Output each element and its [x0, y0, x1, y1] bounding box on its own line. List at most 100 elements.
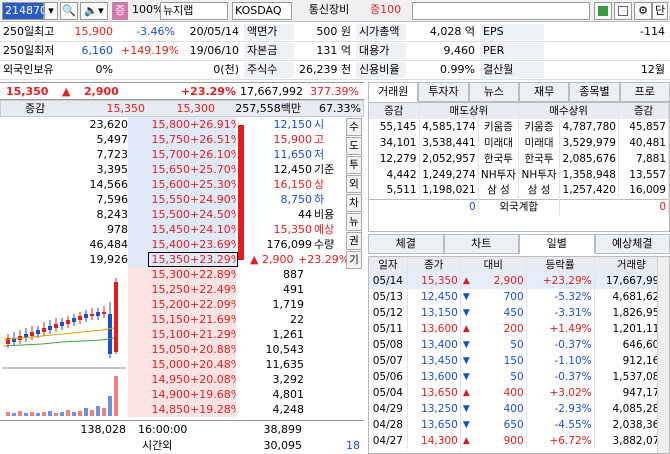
bid-qty: 11,635 — [265, 358, 305, 371]
tab-일별[interactable]: 일별 — [519, 234, 595, 254]
side-button[interactable]: 뉴 — [346, 213, 362, 231]
candle-body — [108, 314, 112, 354]
daily-row[interactable]: 05/06 13,600 ▼ 50 -0.37% 1,537,081 — [369, 369, 669, 385]
broker-header: 증감 — [369, 103, 420, 119]
single-mode-button[interactable]: 단 — [652, 2, 668, 20]
stock-code-input[interactable]: 214870 — [2, 2, 47, 20]
ask-price[interactable]: 15,500 — [150, 207, 190, 222]
daily-row[interactable]: 05/07 13,450 ▼ 150 -1.10% 912,166 — [369, 353, 669, 369]
tab-체결[interactable]: 체결 — [368, 234, 444, 254]
scrollbar[interactable] — [657, 257, 669, 453]
daily-row[interactable]: 05/11 13,600 ▲ 200 +1.49% 1,201,114 — [369, 321, 669, 337]
after-hours-label: 시간외 — [142, 439, 173, 452]
daily-close: 12,450 — [407, 289, 461, 305]
tab-재무[interactable]: 재무 — [518, 82, 570, 102]
ask-price[interactable]: 15,700 — [150, 147, 190, 162]
bid-price[interactable]: 15,100 — [150, 327, 190, 342]
bid-price[interactable]: 14,850 — [150, 402, 190, 417]
daily-row[interactable]: 05/04 13,650 ▲ 400 +3.02% 947,179 — [369, 385, 669, 401]
broker-cell: 1,257,420 — [559, 183, 620, 199]
daily-row[interactable]: 05/13 12,450 ▼ 700 -5.32% 4,681,622 — [369, 289, 669, 305]
daily-header: 일자 — [369, 257, 408, 273]
broker-cell: 1,358,948 — [559, 167, 620, 183]
ask-rate: +23.69% — [190, 237, 236, 252]
bid-price[interactable]: 15,250 — [150, 282, 190, 297]
margin-requirement: 증100 — [370, 3, 402, 16]
bid-price[interactable]: 15,050 — [150, 342, 190, 357]
ask-total: 138,028 — [80, 423, 127, 436]
bid-price[interactable]: 15,200 — [150, 297, 190, 312]
broker-cell: 삼 성 — [518, 183, 560, 199]
tab-투자자[interactable]: 투자자 — [418, 82, 469, 102]
bid-price[interactable]: 14,950 — [150, 372, 190, 387]
summary-value: 8,750 — [280, 193, 313, 206]
info-cell: -114 — [640, 25, 665, 38]
bid-price[interactable]: 14,900 — [150, 387, 190, 402]
bid-price[interactable]: 15,300 — [150, 267, 190, 282]
candle-body — [66, 320, 70, 324]
bid-price[interactable]: 15,150 — [150, 312, 190, 327]
tab-뉴스[interactable]: 뉴스 — [468, 82, 519, 102]
daily-header: 등락률 — [526, 257, 595, 273]
volume-bar — [36, 413, 40, 416]
daily-row[interactable]: 04/27 14,300 ▲ 900 +6.72% 3,882,079 — [369, 433, 669, 449]
daily-change: ▲ 900 — [460, 433, 527, 449]
ask-price[interactable]: 15,750 — [150, 132, 190, 147]
bid-rate: +21.69% — [190, 312, 236, 327]
bid-price[interactable]: 15,000 — [150, 357, 190, 372]
side-button[interactable]: 외 — [346, 175, 362, 193]
tab-예상체결[interactable]: 예상체결 — [594, 234, 670, 254]
dropdown-button[interactable]: ▾ — [44, 2, 58, 20]
broker-row[interactable]: 4,442 1,249,274 NH투자 NH투자 1,358,948 13,557 — [369, 167, 669, 183]
summary-label: 상 — [314, 178, 325, 191]
speaker-icon[interactable]: 🔈▾ — [80, 2, 108, 20]
tab-종목별[interactable]: 종목별 — [569, 82, 620, 102]
broker-cell: 45,857 — [618, 119, 669, 135]
memo-input[interactable] — [412, 2, 590, 20]
bid-rate: +22.49% — [190, 282, 236, 297]
daily-row[interactable]: 05/14 15,350 ▲ 2,900 +23.29% 17,667,992 — [369, 273, 669, 289]
broker-row[interactable]: 12,279 2,052,957 한국투 한국투 2,085,676 7,881 — [369, 151, 669, 167]
tab-차트[interactable]: 차트 — [443, 234, 519, 254]
ask-rate: +24.90% — [190, 192, 236, 207]
volume-bar — [66, 410, 70, 416]
summary-label: 하 — [314, 193, 325, 206]
broker-row[interactable]: 34,101 3,538,441 미래대 미래대 3,529,979 40,481 — [369, 135, 669, 151]
broker-cell: 12,279 — [369, 151, 420, 167]
tab-프로[interactable]: 프로 — [619, 82, 670, 102]
daily-row[interactable]: 05/12 13,150 ▼ 450 -3.31% 1,826,952 — [369, 305, 669, 321]
side-button[interactable]: 투 — [346, 156, 362, 174]
broker-row[interactable]: 55,145 4,585,174 키움증 키움증 4,787,780 45,857 — [369, 119, 669, 135]
gear-icon[interactable]: ⚙ — [634, 2, 652, 20]
daily-change: ▼ 650 — [460, 417, 527, 433]
tab-거래원[interactable]: 거래원 — [368, 82, 419, 102]
ask-price[interactable]: 15,800 — [150, 117, 190, 132]
volume-bar — [18, 411, 22, 416]
bid-qty: 3,292 — [272, 373, 305, 386]
daily-row[interactable]: 04/28 13,650 ▼ 650 -4.55% 2,038,369 — [369, 417, 669, 433]
ask-price[interactable]: 15,650 — [150, 162, 190, 177]
ask-price[interactable]: 15,600 — [150, 177, 190, 192]
side-button[interactable]: 수 — [346, 118, 362, 136]
ask-price[interactable]: 15,550 — [150, 192, 190, 207]
side-button[interactable]: 도 — [346, 137, 362, 155]
daily-rate: -2.93% — [526, 401, 595, 417]
current-price-marker — [148, 252, 238, 267]
broker-cell: 4,585,174 — [419, 119, 479, 135]
info-cell: PER — [480, 43, 544, 59]
side-button[interactable]: 기 — [346, 251, 362, 269]
daily-row[interactable]: 04/29 13,250 ▼ 400 -2.93% 4,085,283 — [369, 401, 669, 417]
up-arrow-icon: ▲ — [462, 435, 470, 446]
layout-icon[interactable] — [614, 2, 632, 20]
broker-cell: 3,538,441 — [419, 135, 479, 151]
side-button[interactable]: 차 — [346, 194, 362, 212]
daily-row[interactable]: 05/08 13,400 ▼ 50 -0.37% 646,604 — [369, 337, 669, 353]
side-button[interactable]: 권 — [346, 232, 362, 250]
broker-row[interactable]: 5,511 1,198,021 삼 성삼 성 1,257,420 16,009 — [369, 183, 669, 199]
search-icon[interactable]: 🔍 — [60, 2, 78, 20]
ask-price[interactable]: 15,400 — [150, 237, 190, 252]
daily-rate: -4.55% — [526, 417, 595, 433]
green-panel-icon[interactable] — [594, 2, 612, 20]
broker-cell: 키움증 — [518, 119, 560, 135]
ask-price[interactable]: 15,450 — [150, 222, 190, 237]
